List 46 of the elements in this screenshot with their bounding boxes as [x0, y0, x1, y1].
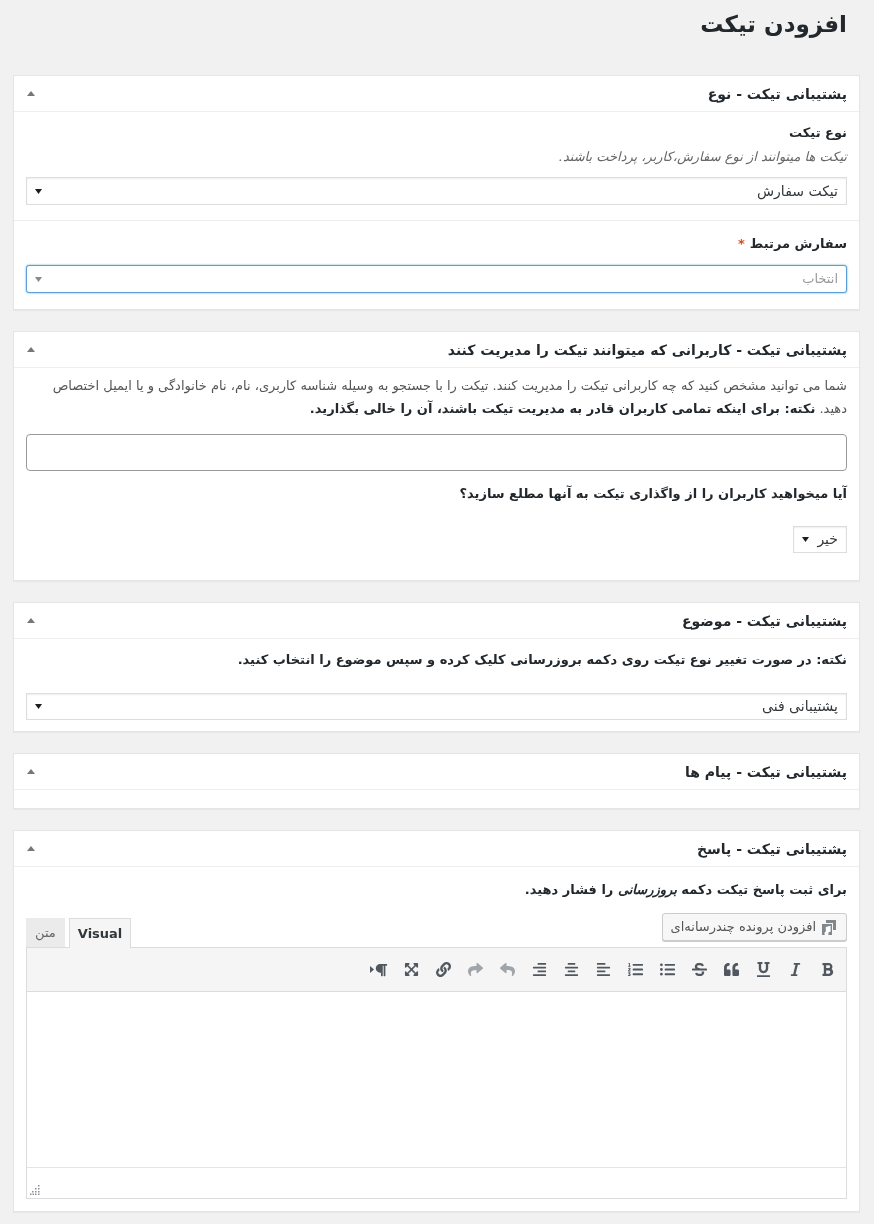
field-description: تیکت ها میتوانند از نوع سفارش،کاربر، پرداخت باشند.: [558, 148, 847, 166]
resize-handle-icon[interactable]: [30, 1185, 40, 1195]
underline-icon: [755, 962, 771, 977]
input-field[interactable]: [26, 434, 847, 471]
subject-select[interactable]: پشتیبانی فنی: [26, 693, 847, 720]
field-label: سفارش مرتبط: [749, 235, 847, 253]
align-left-icon: [595, 962, 611, 977]
field-label: آیا میخواهید کاربران را از واگذاری تیکت به آنها مطلع سازید؟: [459, 485, 847, 503]
fullscreen-icon: [403, 962, 419, 977]
panel-title: پشتیبانی تیکت - موضوع: [682, 611, 847, 631]
caret-up-icon[interactable]: [27, 618, 35, 623]
field-description: شما می توانید مشخص کنید که چه کاربرانی تیکت را مدیریت کنند. تیکت را با جستجو به وسیله شناسه کاربری، نام، نام خانوادگی و یا ایمیل اختصاص دهید. نکته: برای اینکه تمامی کاربران قادر به مدیریت تیکت باشند، آن را خالی بگذارید.: [51, 377, 847, 418]
align-center-icon: [563, 962, 579, 977]
ticket-type-select[interactable]: تیکت سفارش: [26, 177, 847, 205]
numbered-list-icon: [627, 962, 643, 977]
bullet-list-icon: [659, 962, 675, 977]
add-media-button[interactable]: افزودن پرونده چندرسانه‌ای: [661, 913, 847, 941]
caret-down-icon: [802, 537, 810, 542]
caret-down-icon: [35, 276, 42, 282]
caret-down-icon: [35, 188, 42, 194]
caret-up-icon[interactable]: [27, 846, 35, 851]
caret-up-icon[interactable]: [27, 347, 35, 352]
strikethrough-icon: [691, 962, 707, 977]
required-mark: *: [737, 235, 745, 253]
field-note: نکته: در صورت تغییر نوع تیکت روی دکمه بروزرسانی کلیک کرده و سپس موضوع را انتخاب کنید.: [237, 651, 847, 669]
editor-tab[interactable]: متن: [26, 918, 65, 947]
caret-up-icon[interactable]: [27, 91, 35, 96]
undo-icon: [499, 962, 515, 977]
page-title: افزودن تیکت: [700, 10, 847, 39]
panel-title: پشتیبانی تیکت - کاربرانی که میتوانند تیکت را مدیریت کنند: [447, 340, 847, 360]
bold-icon: [819, 962, 835, 977]
paragraph-direction-icon: [370, 962, 388, 977]
field-label: نوع تیکت: [789, 124, 847, 142]
panel-title: پشتیبانی تیکت - پیام ها: [684, 762, 847, 782]
field-note: برای ثبت پاسخ تیکت دکمه بروزرسانی را فشار دهید.: [524, 881, 847, 899]
redo-icon: [467, 962, 483, 977]
media-icon: [822, 919, 838, 935]
editor-tab[interactable]: Visual: [68, 918, 132, 948]
caret-up-icon[interactable]: [27, 769, 35, 774]
caret-down-icon: [35, 704, 42, 709]
panel-title: پشتیبانی تیکت - نوع: [707, 84, 847, 104]
align-right-icon: [531, 962, 547, 977]
notify-select[interactable]: خیر: [793, 526, 847, 553]
blockquote-icon: [723, 962, 739, 977]
link-icon: [435, 962, 451, 977]
panel-title: پشتیبانی تیکت - پاسخ: [696, 839, 847, 859]
